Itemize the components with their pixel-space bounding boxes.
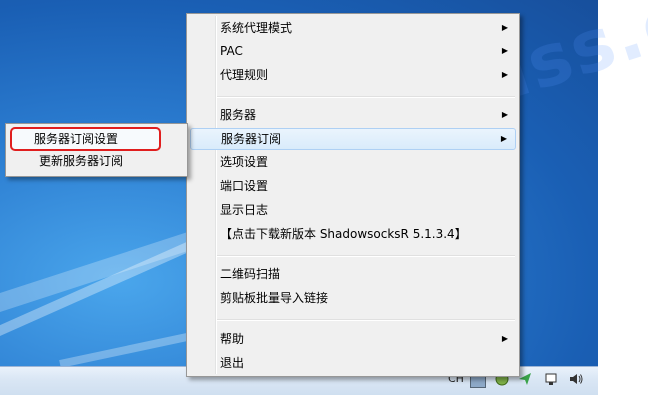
- submenu-arrow-icon: ▶: [501, 110, 508, 119]
- menu-item-label: 更新服务器订阅: [39, 154, 124, 168]
- highlight-box: 服务器订阅设置: [10, 127, 161, 151]
- menu-item-label: 服务器: [220, 108, 257, 122]
- menu-item-import-clipboard-links[interactable]: 剪贴板批量导入链接: [190, 287, 516, 309]
- menu-item-system-proxy-mode[interactable]: 系统代理模式 ▶: [190, 17, 516, 39]
- menu-item-show-log[interactable]: 显示日志: [190, 199, 516, 221]
- submenu-arrow-icon: ▶: [501, 23, 508, 32]
- menu-item-label: 退出: [220, 356, 245, 370]
- submenu-arrow-icon: ▶: [501, 334, 508, 343]
- menu-item-options[interactable]: 选项设置: [190, 151, 516, 173]
- menu-item-label: PAC: [220, 44, 243, 58]
- menu-item-label: 显示日志: [220, 203, 269, 217]
- menu-item-exit[interactable]: 退出: [190, 352, 516, 374]
- menu-separator: [217, 255, 515, 257]
- menu-item-label: 代理规则: [220, 68, 269, 82]
- menu-item-proxy-rules[interactable]: 代理规则 ▶: [190, 64, 516, 86]
- menu-item-port-settings[interactable]: 端口设置: [190, 175, 516, 197]
- network-icon[interactable]: [544, 372, 560, 386]
- menu-separator: [217, 319, 515, 321]
- menu-item-update-subscription[interactable]: 更新服务器订阅: [9, 150, 184, 172]
- menu-item-servers[interactable]: 服务器 ▶: [190, 104, 516, 126]
- menu-item-server-subscription[interactable]: 服务器订阅 ▶: [190, 128, 516, 150]
- submenu-arrow-icon: ▶: [501, 46, 508, 55]
- submenu-arrow-icon: ▶: [501, 70, 508, 79]
- menu-item-help[interactable]: 帮助 ▶: [190, 328, 516, 350]
- blank-area: [598, 0, 648, 374]
- menu-item-download-new-version[interactable]: 【点击下载新版本 ShadowsocksR 5.1.3.4】: [190, 223, 516, 245]
- menu-item-label: 二维码扫描: [220, 267, 281, 281]
- menu-item-label: 帮助: [220, 332, 245, 346]
- menu-item-label: 服务器订阅: [221, 132, 282, 146]
- context-menu: 系统代理模式 ▶ PAC ▶ 代理规则 ▶ 服务器 ▶ 服务器订阅 ▶ 选项设置…: [186, 13, 520, 377]
- submenu-arrow-icon: ▶: [500, 134, 507, 143]
- menu-item-label: 【点击下载新版本 ShadowsocksR 5.1.3.4】: [220, 227, 467, 241]
- volume-icon[interactable]: [568, 372, 584, 386]
- menu-item-label: 选项设置: [220, 155, 269, 169]
- menu-item-pac[interactable]: PAC ▶: [190, 40, 516, 62]
- paper-plane-icon[interactable]: [518, 372, 532, 386]
- menu-item-label: 端口设置: [220, 179, 269, 193]
- menu-item-label: 服务器订阅设置: [34, 132, 119, 146]
- menu-item-label: 系统代理模式: [220, 21, 293, 35]
- menu-separator: [217, 96, 515, 98]
- menu-item-qr-scan[interactable]: 二维码扫描: [190, 263, 516, 285]
- menu-item-label: 剪贴板批量导入链接: [220, 291, 329, 305]
